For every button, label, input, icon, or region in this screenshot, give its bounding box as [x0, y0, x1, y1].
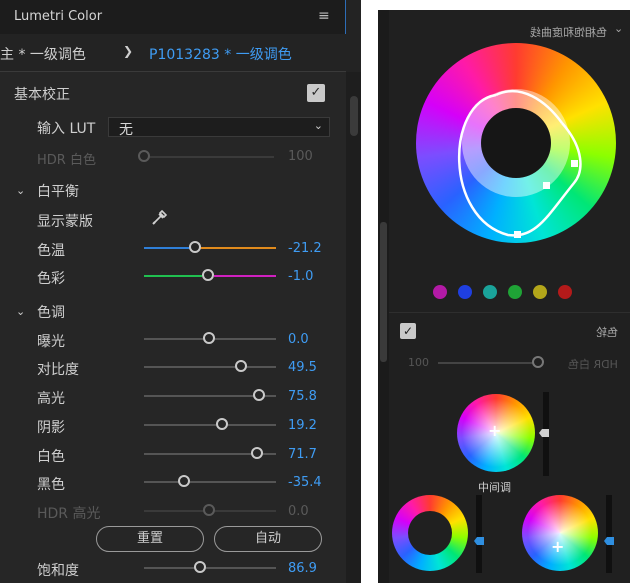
- highlights-value[interactable]: 75.8: [288, 389, 317, 404]
- chevron-down-icon: ⌄: [313, 119, 323, 132]
- hue-sat-curves-title: 色相饱和度曲线: [530, 26, 607, 39]
- basic-correction-checkbox[interactable]: ✓: [307, 84, 325, 102]
- swatch-red[interactable]: [558, 285, 572, 299]
- contrast-value[interactable]: 49.5: [288, 360, 317, 375]
- highlights-slider[interactable]: [606, 495, 612, 573]
- left-scrollbar[interactable]: [346, 72, 361, 583]
- saturation-knob[interactable]: [194, 561, 206, 573]
- midtones-slider-handle[interactable]: [539, 429, 549, 437]
- temperature-label: 色温: [37, 243, 65, 259]
- saturation-label: 饱和度: [37, 563, 79, 579]
- tab-clip[interactable]: P1013283 * 一级调色: [149, 44, 292, 64]
- chevron-down-icon[interactable]: ⌄: [16, 184, 25, 197]
- scrollbar-thumb[interactable]: [380, 222, 387, 362]
- hdr-white-value[interactable]: 100: [408, 356, 429, 369]
- color-wheels-checkbox[interactable]: ✓: [400, 323, 416, 339]
- section-tone[interactable]: 色调: [37, 302, 65, 322]
- swatch-green[interactable]: [508, 285, 522, 299]
- clip-tabs: 主 * 一级调色 ❯ P1013283 * 一级调色: [0, 34, 346, 72]
- swatch-cyan[interactable]: [483, 285, 497, 299]
- plus-icon[interactable]: +: [488, 421, 501, 440]
- auto-button[interactable]: 自动: [214, 526, 322, 552]
- swatch-yellow[interactable]: [533, 285, 547, 299]
- hdr-white-track[interactable]: [438, 362, 536, 364]
- temperature-track-warm[interactable]: [200, 247, 276, 249]
- reset-button[interactable]: 重置: [96, 526, 204, 552]
- swatch-magenta[interactable]: [433, 285, 447, 299]
- panel-header: Lumetri Color ≡: [0, 0, 346, 34]
- contrast-label: 对比度: [37, 362, 79, 378]
- tint-label: 色彩: [37, 271, 65, 287]
- input-lut-label: 输入 LUT: [37, 121, 96, 137]
- temperature-value[interactable]: -21.2: [288, 241, 322, 256]
- contrast-track[interactable]: [144, 366, 276, 368]
- chevron-down-icon[interactable]: ⌄: [16, 305, 25, 318]
- divider: [389, 312, 630, 313]
- exposure-knob[interactable]: [203, 332, 215, 344]
- blacks-value[interactable]: -35.4: [288, 475, 322, 490]
- tab-master-clip[interactable]: 主 * 一级调色: [0, 44, 86, 64]
- exposure-label: 曝光: [37, 334, 65, 350]
- lumetri-color-panel: Lumetri Color ≡ 主 * 一级调色 ❯ P1013283 * 一级…: [0, 0, 361, 583]
- eyedropper-icon[interactable]: [150, 207, 170, 231]
- tint-value[interactable]: -1.0: [288, 269, 313, 284]
- section-basic-correction[interactable]: 基本校正: [14, 84, 70, 104]
- whites-value[interactable]: 71.7: [288, 447, 317, 462]
- hue-curve[interactable]: [416, 43, 616, 243]
- temperature-knob[interactable]: [189, 241, 201, 253]
- midtones-label: 中间调: [478, 481, 511, 494]
- hdr-white-knob[interactable]: [138, 150, 150, 162]
- section-white-balance[interactable]: 白平衡: [37, 181, 79, 201]
- highlights-knob[interactable]: [253, 389, 265, 401]
- highlights-wheel[interactable]: [522, 495, 598, 571]
- hdr-white-value[interactable]: 100: [288, 149, 313, 164]
- hdr-specular-value[interactable]: 0.0: [288, 504, 309, 519]
- tint-track-magenta[interactable]: [214, 275, 276, 277]
- shadows-label: 阴影: [37, 420, 65, 436]
- shadows-track[interactable]: [144, 424, 276, 426]
- curve-point[interactable]: [571, 160, 578, 167]
- tint-track-green[interactable]: [144, 275, 202, 277]
- saturation-value[interactable]: 86.9: [288, 561, 317, 576]
- blacks-knob[interactable]: [178, 475, 190, 487]
- hamburger-menu-icon[interactable]: ≡: [318, 8, 330, 24]
- exposure-value[interactable]: 0.0: [288, 332, 309, 347]
- tint-knob[interactable]: [202, 269, 214, 281]
- hdr-white-label: HDR 白色: [37, 153, 96, 168]
- curve-point[interactable]: [514, 231, 521, 238]
- color-wheels-panel: 色相饱和度曲线 ⌄ ✓ 色轮 100 HDR 白色 + 中间调 +: [378, 10, 630, 583]
- shadows-wheel[interactable]: [392, 495, 468, 571]
- right-scrollbar[interactable]: [378, 10, 389, 583]
- shadows-knob[interactable]: [216, 418, 228, 430]
- scrollbar-thumb[interactable]: [350, 96, 358, 136]
- plus-icon[interactable]: +: [551, 537, 564, 556]
- chevron-down-icon[interactable]: ⌄: [614, 22, 623, 35]
- hdr-white-knob[interactable]: [532, 356, 544, 368]
- shadows-slider[interactable]: [476, 495, 482, 573]
- chevron-down-icon[interactable]: ❯: [123, 44, 133, 58]
- input-lut-dropdown[interactable]: 无 ⌄: [108, 117, 330, 138]
- show-mask-label: 显示蒙版: [37, 214, 93, 230]
- hdr-specular-knob[interactable]: [203, 504, 215, 516]
- saturation-track[interactable]: [144, 567, 276, 569]
- input-lut-value: 无: [119, 122, 133, 138]
- curve-point[interactable]: [543, 182, 550, 189]
- hdr-white-track[interactable]: [144, 156, 274, 158]
- contrast-knob[interactable]: [235, 360, 247, 372]
- panel-title: Lumetri Color: [14, 9, 103, 24]
- hdr-specular-label: HDR 高光: [37, 506, 101, 522]
- blacks-track[interactable]: [144, 481, 276, 483]
- whites-knob[interactable]: [251, 447, 263, 459]
- hue-saturation-wheel[interactable]: [416, 43, 616, 243]
- blacks-label: 黑色: [37, 477, 65, 493]
- whites-label: 白色: [37, 449, 65, 465]
- shadows-value[interactable]: 19.2: [288, 418, 317, 433]
- swatch-blue[interactable]: [458, 285, 472, 299]
- color-wheels-title: 色轮: [596, 326, 618, 339]
- highlights-label: 高光: [37, 391, 65, 407]
- hdr-white-label: HDR 白色: [568, 358, 618, 371]
